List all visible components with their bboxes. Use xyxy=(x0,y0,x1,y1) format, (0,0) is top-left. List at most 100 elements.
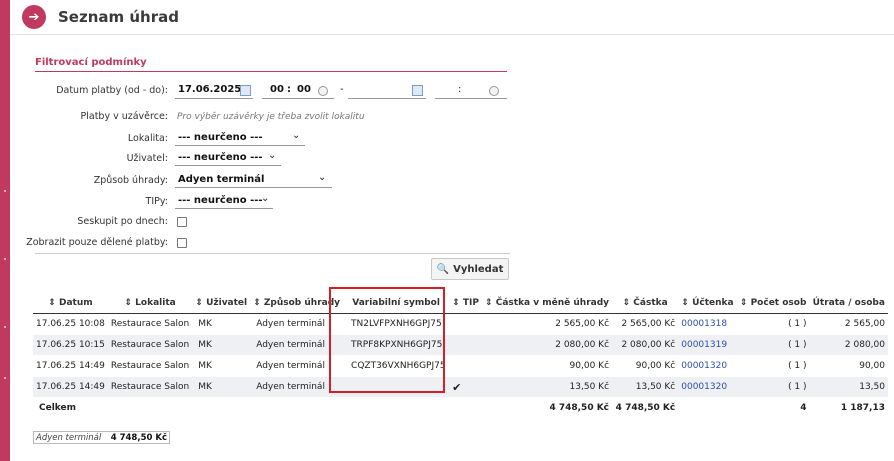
cell-user: MK xyxy=(192,313,251,335)
locality-label: Lokalita: xyxy=(127,133,168,144)
receipt-link[interactable]: 00001320 xyxy=(678,355,737,377)
cell-amount-currency: 2 080,00 Kč xyxy=(482,334,613,356)
col-persons[interactable]: ⇕ Počet osob xyxy=(736,293,810,314)
cell-per-person: 2 080,00 xyxy=(809,334,888,356)
cell-persons: ( 1 ) xyxy=(736,313,810,335)
summary-method: Adyen terminál xyxy=(36,432,102,443)
user-value: --- neurčeno --- xyxy=(178,152,263,163)
calendar-icon[interactable] xyxy=(412,85,423,96)
chevron-down-icon[interactable]: ⌄ xyxy=(268,150,276,161)
cell-per-person: 2 565,00 xyxy=(809,313,888,335)
cell-locality: Restaurace Salon xyxy=(107,313,193,335)
clock-icon[interactable] xyxy=(318,86,328,96)
cell-locality: Restaurace Salon xyxy=(107,334,193,356)
split-label: Zobrazit pouze dělené platby: xyxy=(26,237,168,248)
sidebar-marker xyxy=(4,190,6,192)
cell-method: Adyen terminál xyxy=(250,334,344,356)
cell-amount-currency: 13,50 Kč xyxy=(482,376,613,398)
cell-user: MK xyxy=(192,376,251,398)
receipt-link[interactable]: 00001319 xyxy=(678,334,737,356)
payments-table: ⇕ Datum ⇕ Lokalita ⇕ Uživatel ⇕ Způsob ú… xyxy=(33,293,888,418)
total-label: Celkem xyxy=(33,397,108,418)
sidebar-marker xyxy=(4,377,6,379)
cell-vs xyxy=(343,376,450,398)
search-button-label: Vyhledat xyxy=(453,263,504,275)
col-amount-currency[interactable]: ⇕ Částka v měně úhrady xyxy=(482,293,613,314)
cell-amount: 2 080,00 Kč xyxy=(612,334,679,356)
filter-bottom-divider xyxy=(35,253,510,254)
user-label: Uživatel: xyxy=(126,153,168,164)
cell-per-person: 13,50 xyxy=(809,376,888,398)
col-locality[interactable]: ⇕ Lokalita xyxy=(107,293,193,314)
locality-value: --- neurčeno --- xyxy=(178,132,263,143)
time-to-sep: : xyxy=(458,84,462,95)
cell-tip xyxy=(449,313,483,335)
col-vs[interactable]: Variabilní symbol xyxy=(343,293,450,314)
cell-amount-currency: 2 565,00 Kč xyxy=(482,313,613,335)
cell-date: 17.06.25 14:49 xyxy=(33,355,108,377)
cell-user: MK xyxy=(192,355,251,377)
closure-hint: Pro výběr uzávěrky je třeba zvolit lokal… xyxy=(177,112,365,122)
top-bar: ➔ Seznam úhrad xyxy=(10,0,894,35)
cell-vs: CQZT36VXNH6GPJ75 xyxy=(343,355,450,377)
group-label: Seskupit po dnech: xyxy=(77,216,168,227)
page-title: Seznam úhrad xyxy=(58,8,179,26)
sidebar-marker xyxy=(4,326,6,328)
cell-locality: Restaurace Salon xyxy=(107,376,193,398)
table-header-row: ⇕ Datum ⇕ Lokalita ⇕ Uživatel ⇕ Způsob ú… xyxy=(33,293,888,314)
cell-amount: 90,00 Kč xyxy=(612,355,679,377)
col-tip[interactable]: ⇕ TIP xyxy=(449,293,483,314)
col-date[interactable]: ⇕ Datum xyxy=(33,293,108,314)
cell-persons: ( 1 ) xyxy=(736,376,810,398)
cell-per-person: 90,00 xyxy=(809,355,888,377)
receipt-link[interactable]: 00001318 xyxy=(678,313,737,335)
cell-amount: 13,50 Kč xyxy=(612,376,679,398)
magnifier-icon: 🔍 xyxy=(436,263,450,275)
time-from-minute: 00 xyxy=(297,84,311,95)
payment-label: Způsob úhrady: xyxy=(93,175,168,186)
group-by-day-checkbox[interactable] xyxy=(177,217,187,227)
table-row[interactable]: 17.06.25 10:08 Restaurace Salon MK Adyen… xyxy=(33,313,888,335)
chevron-down-icon[interactable]: ⌄ xyxy=(261,193,269,204)
time-from-hour: 00 xyxy=(270,84,284,95)
chevron-down-icon[interactable]: ⌄ xyxy=(292,130,300,141)
cell-date: 17.06.25 10:15 xyxy=(33,334,108,356)
cell-date: 17.06.25 14:49 xyxy=(33,376,108,398)
total-amount-currency: 4 748,50 Kč xyxy=(482,397,613,418)
col-method[interactable]: ⇕ Způsob úhrady xyxy=(250,293,344,314)
chevron-down-icon[interactable]: ⌄ xyxy=(318,172,326,183)
cell-amount: 2 565,00 Kč xyxy=(612,313,679,335)
summary-amount: 4 748,50 Kč xyxy=(110,432,167,443)
search-button[interactable]: 🔍 Vyhledat xyxy=(431,258,509,280)
total-per-person: 1 187,13 xyxy=(809,397,888,418)
sidebar-marker xyxy=(4,258,6,260)
cell-persons: ( 1 ) xyxy=(736,334,810,356)
summary-box: Adyen terminál 4 748,50 Kč xyxy=(33,431,170,444)
clock-icon[interactable] xyxy=(489,86,499,96)
cell-method: Adyen terminál xyxy=(250,376,344,398)
col-user[interactable]: ⇕ Uživatel xyxy=(192,293,251,314)
col-receipt[interactable]: ⇕ Účtenka xyxy=(678,293,737,314)
col-per-person[interactable]: Útrata / osoba xyxy=(809,293,888,314)
tips-value: --- neurčeno --- xyxy=(178,195,263,206)
table-row[interactable]: 17.06.25 14:49 Restaurace Salon MK Adyen… xyxy=(33,355,888,377)
cell-vs: TRPF8KPXNH6GPJ75 xyxy=(343,334,450,356)
tips-label: TIPy: xyxy=(145,196,168,207)
cell-tip xyxy=(449,355,483,377)
cell-amount-currency: 90,00 Kč xyxy=(482,355,613,377)
receipt-link[interactable]: 00001320 xyxy=(678,376,737,398)
col-amount[interactable]: ⇕ Částka xyxy=(612,293,679,314)
total-persons: 4 xyxy=(736,397,810,418)
cell-persons: ( 1 ) xyxy=(736,355,810,377)
arrow-right-icon[interactable]: ➔ xyxy=(22,5,46,29)
payment-value: Adyen terminál xyxy=(178,174,265,185)
table-row[interactable]: 17.06.25 10:15 Restaurace Salon MK Adyen… xyxy=(33,334,888,356)
closure-label: Platby v uzávěrce: xyxy=(80,111,169,122)
filter-title: Filtrovací podmínky xyxy=(35,57,147,68)
date-from-value: 17.06.2025 xyxy=(178,84,242,95)
cell-method: Adyen terminál xyxy=(250,355,344,377)
cell-locality: Restaurace Salon xyxy=(107,355,193,377)
table-row[interactable]: 17.06.25 14:49 Restaurace Salon MK Adyen… xyxy=(33,376,888,398)
calendar-icon[interactable] xyxy=(240,85,251,96)
split-only-checkbox[interactable] xyxy=(177,238,187,248)
